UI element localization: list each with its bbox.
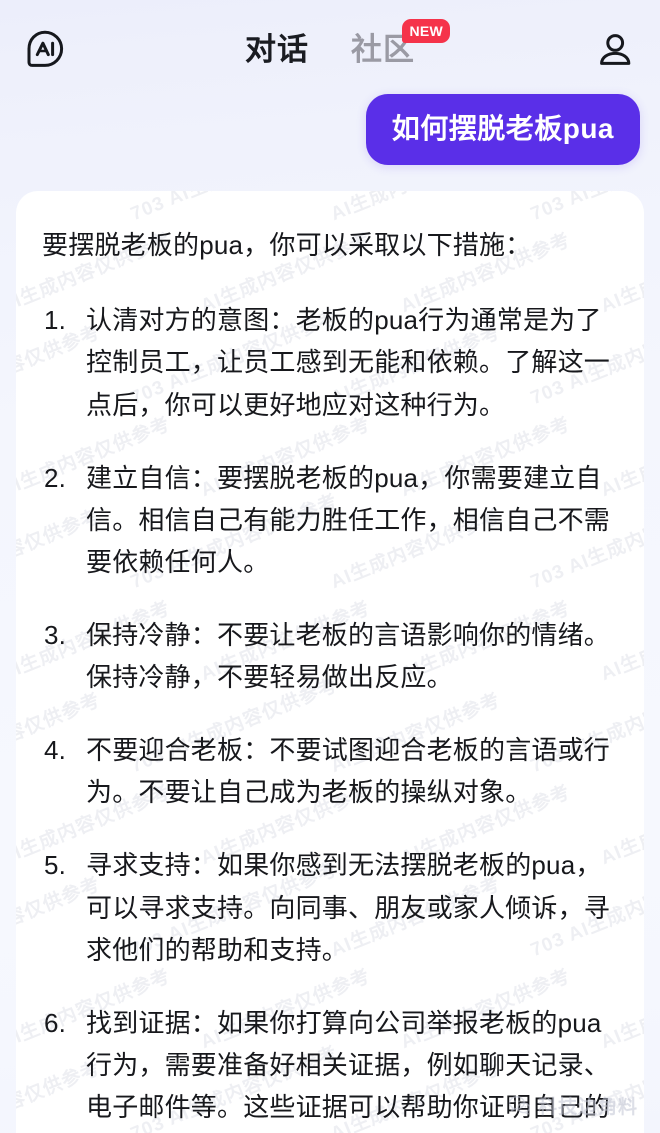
list-item: 不要迎合老板：不要试图迎合老板的言语或行为。不要让自己成为老板的操纵对象。 <box>44 729 611 808</box>
user-message-bubble[interactable]: 如何摆脱老板pua <box>365 94 640 165</box>
list-item: 建立自信：要摆脱老板的pua，你需要建立自信。相信自己有能力胜任工作，相信自己不… <box>44 457 611 577</box>
watermark-text: AI生成内容仅供参考 <box>16 191 104 226</box>
channel-watermark: 科技边角料 <box>508 1092 638 1119</box>
person-icon[interactable] <box>592 26 638 72</box>
watermark-text: AI生成内容仅供参考 <box>326 191 504 226</box>
list-item: 保持冷静：不要让老板的言语影响你的情绪。保持冷静，不要轻易做出反应。 <box>44 614 611 693</box>
watermark-text: 703 AI生成内容仅供参考 <box>126 191 341 226</box>
user-message-row: 如何摆脱老板pua <box>20 94 640 165</box>
answer-intro: 要摆脱老板的pua，你可以采取以下措施： <box>42 230 532 260</box>
list-item: 寻求支持：如果你感到无法摆脱老板的pua，可以寻求支持。向同事、朋友或家人倾诉，… <box>44 844 611 965</box>
tab-dialogue-label: 对话 <box>245 31 309 67</box>
conversation: 如何摆脱老板pua AI生成内容仅供参考703 AI生成内容仅供参考AI生成内容… <box>0 94 660 1133</box>
wechat-icon <box>508 1094 531 1117</box>
new-badge: NEW <box>402 18 450 43</box>
app-root: 对话 社区 NEW 如何摆脱老板pua AI生成内容仅供参考703 AI生成内容… <box>0 0 660 1133</box>
watermark-text: 703 AI生成内容仅供参考 <box>526 191 644 226</box>
list-item: 认清对方的意图：老板的pua行为通常是为了控制员工，让员工感到无能和依赖。了解这… <box>44 299 611 420</box>
answer-content: 要摆脱老板的pua，你可以采取以下措施： 认清对方的意图：老板的pua行为通常是… <box>42 225 618 1133</box>
tab-dialogue[interactable]: 对话 <box>245 34 309 65</box>
ai-logo-icon[interactable] <box>22 26 68 72</box>
channel-name: 科技边角料 <box>537 1097 638 1118</box>
tab-community[interactable]: 社区 NEW <box>351 18 450 65</box>
header-tabs: 对话 社区 NEW <box>0 0 660 98</box>
app-header: 对话 社区 NEW <box>0 0 660 98</box>
answer-step-list: 认清对方的意图：老板的pua行为通常是为了控制员工，让员工感到无能和依赖。了解这… <box>42 299 618 1133</box>
assistant-answer-card: AI生成内容仅供参考703 AI生成内容仅供参考AI生成内容仅供参考703 AI… <box>16 191 644 1133</box>
